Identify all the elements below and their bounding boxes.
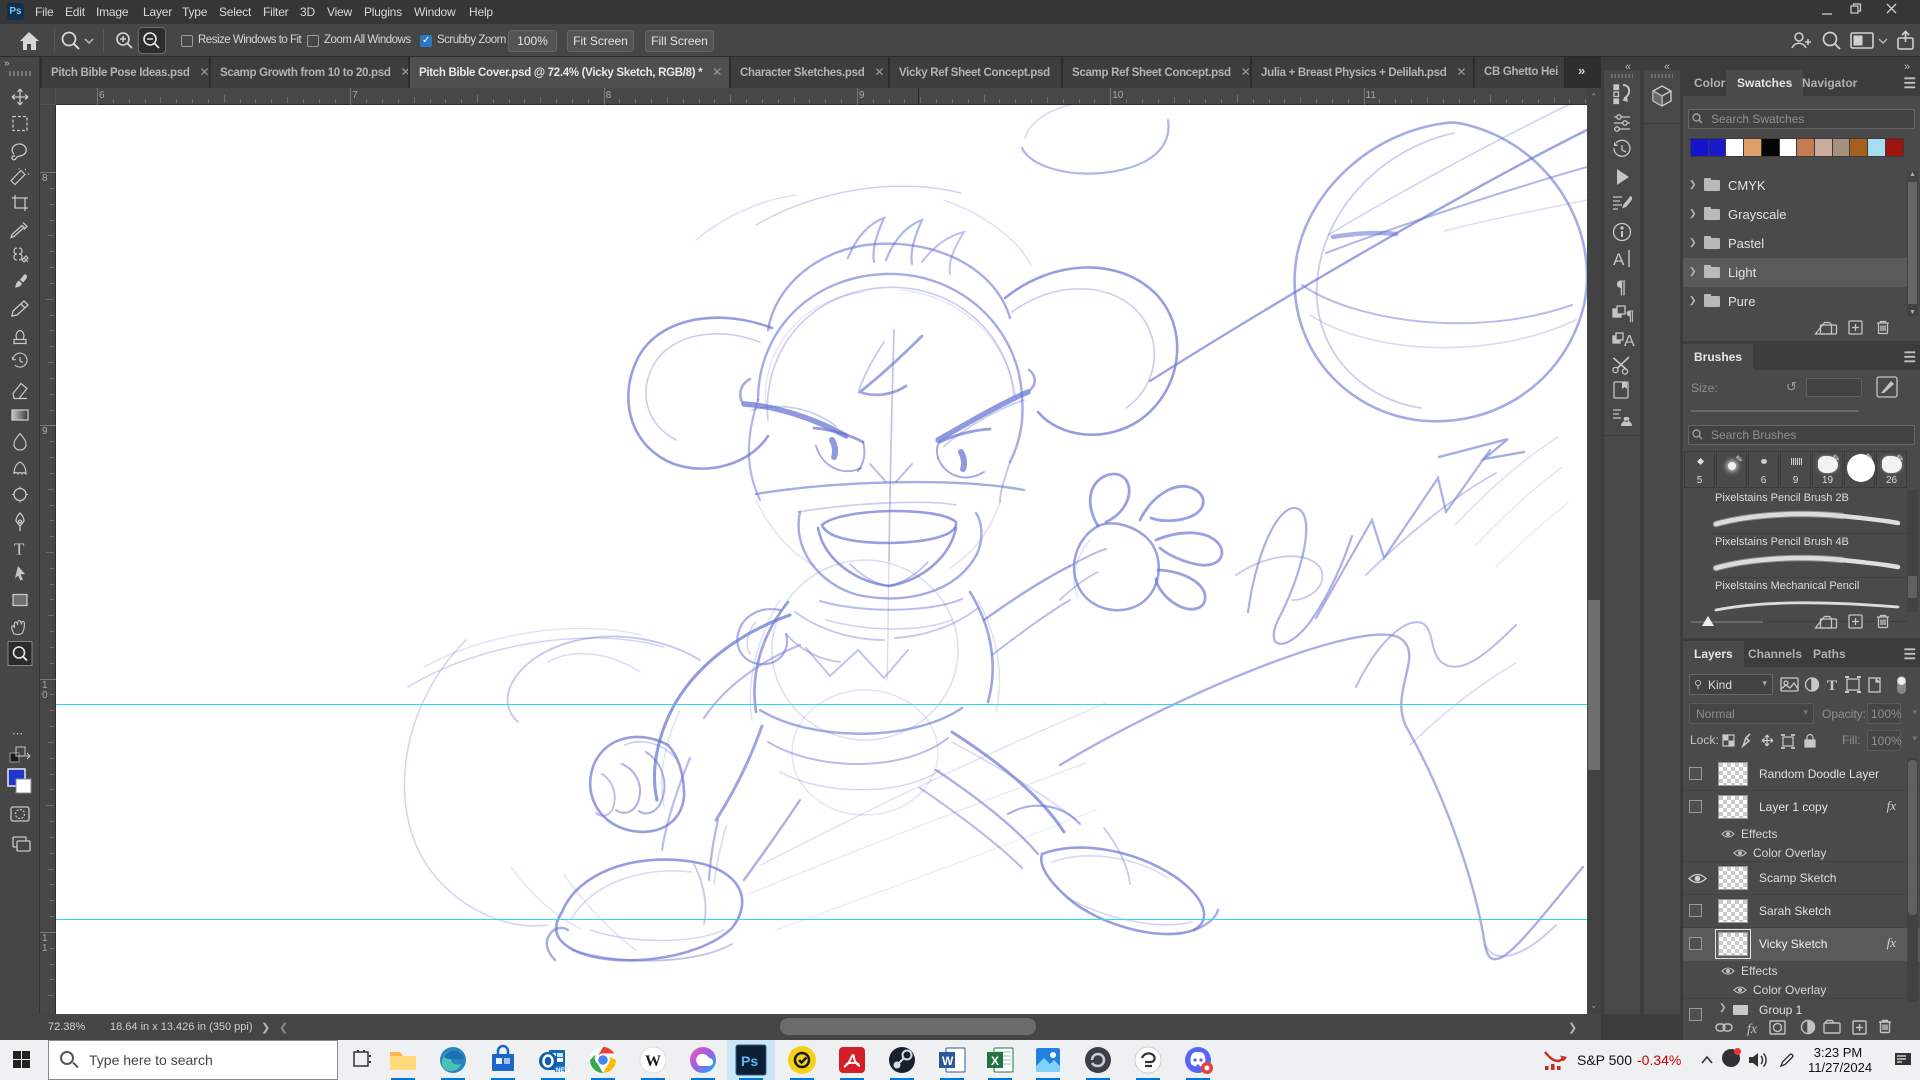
svg-text:A: A [1624, 333, 1635, 350]
svg-text:W: W [942, 1054, 954, 1068]
svg-text:Ps: Ps [741, 1053, 758, 1069]
svg-text:T: T [14, 540, 25, 559]
svg-text:¶: ¶ [1626, 308, 1634, 324]
svg-text:A: A [1613, 250, 1625, 269]
svg-text:NEW: NEW [556, 1068, 569, 1074]
svg-text:W: W [645, 1053, 661, 1070]
svg-text:fx: fx [1747, 1022, 1758, 1037]
svg-text:T: T [1827, 678, 1837, 694]
svg-text:¶: ¶ [1616, 277, 1626, 298]
svg-text:X: X [991, 1054, 999, 1068]
